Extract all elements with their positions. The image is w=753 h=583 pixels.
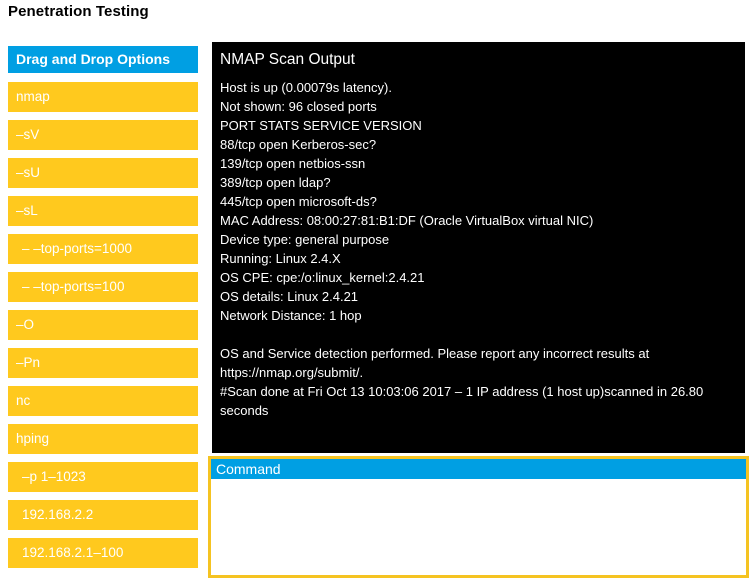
scan-output-line: Device type: general purpose — [220, 232, 390, 247]
drag-option-chip[interactable]: nmap — [8, 82, 198, 112]
scan-output-line: 139/tcp open netbios-ssn — [220, 156, 366, 171]
drag-and-drop-options-panel: Drag and Drop Options nmap –sV –sU –sL – –to… — [8, 46, 198, 576]
drag-option-chip[interactable]: – –top-ports=100 — [8, 272, 198, 302]
scan-output-line: OS details: Linux 2.4.21 — [220, 289, 359, 304]
nmap-scan-output-text: Host is up (0.00079s latency). Not shown:… — [220, 78, 739, 420]
drag-option-chip[interactable]: 192.168.2.1–100 — [8, 538, 198, 568]
scan-output-line: PORT STATS SERVICE VERSION — [220, 118, 422, 133]
scan-output-line: OS and Service detection performed. Plea… — [220, 346, 653, 380]
drag-option-chip[interactable]: hping — [8, 424, 198, 454]
drag-option-chip[interactable]: –O — [8, 310, 198, 340]
scan-output-line — [220, 325, 739, 344]
scan-output-line: 389/tcp open ldap? — [220, 175, 331, 190]
drag-and-drop-options-header: Drag and Drop Options — [8, 46, 198, 73]
drag-option-chip[interactable]: nc — [8, 386, 198, 416]
command-input[interactable] — [211, 479, 746, 575]
drag-option-chip[interactable]: –sV — [8, 120, 198, 150]
scan-output-line: 88/tcp open Kerberos-sec? — [220, 137, 377, 152]
scan-output-line: Running: Linux 2.4.X — [220, 251, 341, 266]
scan-output-line: 445/tcp open microsoft-ds? — [220, 194, 377, 209]
scan-output-line: #Scan done at Fri Oct 13 10:03:06 2017 –… — [220, 384, 707, 418]
command-panel-header: Command — [211, 459, 746, 479]
drag-option-chip[interactable]: – –top-ports=1000 — [8, 234, 198, 264]
drag-option-chip[interactable]: 192.168.2.2 — [8, 500, 198, 530]
nmap-scan-output-panel: NMAP Scan Output Host is up (0.00079s la… — [212, 42, 745, 453]
drag-option-chip[interactable]: –Pn — [8, 348, 198, 378]
scan-output-line: Host is up (0.00079s latency). — [220, 80, 392, 95]
scan-output-line: Network Distance: 1 hop — [220, 308, 362, 323]
drag-and-drop-option-list: nmap –sV –sU –sL – –top-ports=1000 – –top-por… — [8, 82, 198, 568]
scan-output-line: OS CPE: cpe:/o:linux_kernel:2.4.21 — [220, 270, 425, 285]
nmap-scan-output-title: NMAP Scan Output — [220, 51, 355, 68]
page-title: Penetration Testing — [8, 3, 149, 20]
drag-option-chip[interactable]: –sU — [8, 158, 198, 188]
command-panel: Command — [208, 456, 749, 578]
drag-option-chip[interactable]: –p 1–1023 — [8, 462, 198, 492]
drag-option-chip[interactable]: –sL — [8, 196, 198, 226]
scan-output-line: MAC Address: 08:00:27:81:B1:DF (Oracle V… — [220, 213, 594, 228]
scan-output-line: Not shown: 96 closed ports — [220, 99, 377, 114]
